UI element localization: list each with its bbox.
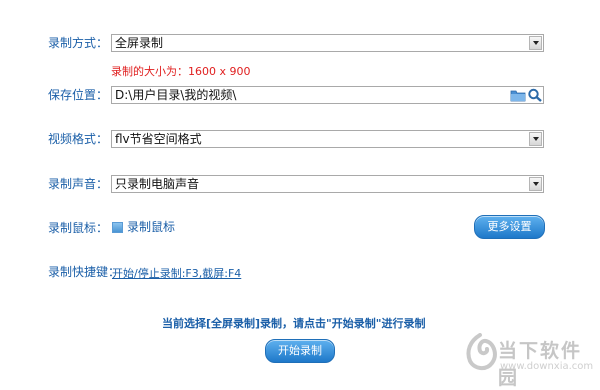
record-mouse-checkbox[interactable] — [112, 222, 123, 233]
record-audio-value: 只录制电脑声音 — [115, 177, 200, 191]
record-audio-label: 录制声音： — [48, 177, 109, 191]
save-location-label: 保存位置： — [48, 88, 109, 102]
start-recording-button[interactable]: 开始录制 — [265, 339, 335, 363]
record-mode-value: 全屏录制 — [115, 36, 164, 50]
record-size-note: 录制的大小为：1600 x 900 — [111, 63, 251, 79]
record-mode-label: 录制方式： — [48, 36, 109, 50]
chevron-down-icon[interactable] — [529, 177, 542, 191]
record-size-value: 1600 x 900 — [188, 65, 251, 78]
downxia-logo-icon — [466, 333, 497, 370]
chevron-down-icon[interactable] — [529, 132, 542, 146]
record-mouse-checkbox-label[interactable]: 录制鼠标 — [127, 219, 175, 235]
video-format-select[interactable]: flv节省空间格式 — [111, 130, 544, 148]
folder-icon[interactable] — [510, 88, 526, 102]
video-format-label: 视频格式： — [48, 132, 109, 146]
search-icon[interactable] — [527, 88, 543, 102]
shortcuts-link[interactable]: 开始/停止录制:F3,截屏:F4 — [112, 265, 241, 281]
shortcuts-label: 录制快捷键： — [48, 265, 121, 279]
record-audio-select[interactable]: 只录制电脑声音 — [111, 175, 544, 193]
save-location-value: D:\用户目录\我的视频\ — [115, 88, 237, 102]
more-settings-button[interactable]: 更多设置 — [474, 215, 545, 239]
record-mode-select[interactable]: 全屏录制 — [111, 34, 544, 52]
status-message: 当前选择[全屏录制]录制，请点击"开始录制"进行录制 — [162, 317, 426, 330]
record-size-prefix: 录制的大小为： — [111, 65, 188, 78]
chevron-down-icon[interactable] — [529, 36, 542, 50]
record-mouse-label: 录制鼠标： — [48, 221, 109, 235]
watermark-url: www.downxia.com — [500, 361, 594, 372]
save-location-input[interactable]: D:\用户目录\我的视频\ — [111, 86, 544, 104]
video-format-value: flv节省空间格式 — [115, 132, 202, 146]
